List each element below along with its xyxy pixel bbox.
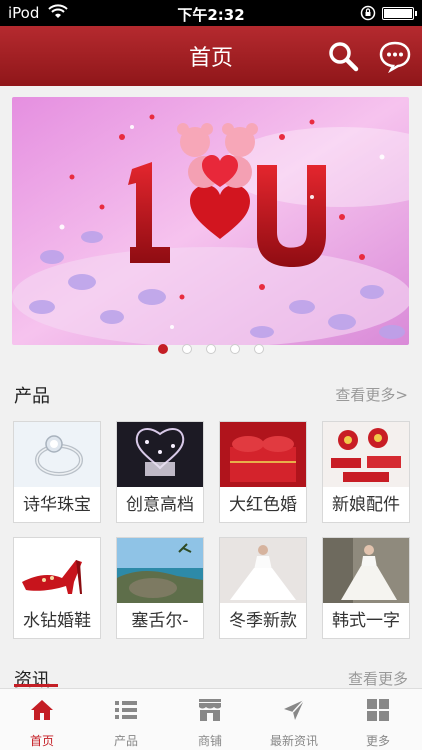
home-icon	[31, 700, 53, 720]
product-image	[117, 538, 203, 603]
product-card[interactable]: 新娘配件	[322, 421, 410, 523]
product-image	[14, 422, 100, 487]
news-more-link[interactable]: 查看更多	[348, 668, 408, 688]
product-card[interactable]: 冬季新款	[219, 537, 307, 639]
carousel-dot[interactable]	[230, 344, 240, 354]
shop-icon	[199, 699, 221, 721]
tab-label: 商铺	[197, 734, 222, 748]
product-caption: 塞舌尔-	[131, 611, 189, 631]
tab-latest-news[interactable]: 最新资讯	[252, 689, 336, 750]
product-image	[323, 422, 409, 487]
tab-more[interactable]: 更多	[336, 689, 420, 750]
status-time: 下午2:32	[177, 6, 245, 24]
message-icon[interactable]	[378, 39, 412, 73]
tab-label: 最新资讯	[269, 734, 318, 748]
tab-products[interactable]: 产品	[84, 689, 168, 750]
tab-label: 首页	[29, 734, 54, 748]
search-icon[interactable]	[326, 39, 360, 73]
battery-icon	[382, 7, 417, 20]
product-card[interactable]: 水钻婚鞋	[13, 537, 101, 639]
products-section-header: 产品 查看更多>	[0, 378, 422, 414]
banner-image	[12, 97, 409, 345]
banner-carousel[interactable]	[12, 97, 409, 345]
product-caption: 水钻婚鞋	[23, 611, 91, 631]
app-header: 首页	[0, 26, 422, 86]
product-card[interactable]: 创意高档	[116, 421, 204, 523]
news-title-underline	[14, 684, 58, 687]
carousel-dot[interactable]	[206, 344, 216, 354]
product-image	[220, 422, 306, 487]
plane-icon	[284, 699, 305, 720]
carousel-dot[interactable]	[158, 344, 168, 354]
product-card[interactable]: 塞舌尔-	[116, 537, 204, 639]
carousel-indicators	[0, 344, 422, 354]
tab-label: 更多	[365, 734, 390, 748]
products-title: 产品	[14, 386, 50, 407]
product-card[interactable]: 诗华珠宝	[13, 421, 101, 523]
product-image	[117, 422, 203, 487]
product-card[interactable]: 韩式一字	[322, 537, 410, 639]
news-section-header: 资讯 查看更多	[0, 662, 422, 688]
orientation-lock-icon	[360, 5, 376, 21]
list-icon	[115, 701, 137, 719]
product-image	[220, 538, 306, 603]
bottom-tab-bar: 首页 产品 商铺 最新资讯 更多	[0, 688, 422, 750]
product-caption: 大红色婚	[229, 495, 297, 515]
product-caption: 冬季新款	[229, 611, 297, 631]
status-bar: iPod 下午2:32	[0, 0, 422, 26]
tab-shops[interactable]: 商铺	[168, 689, 252, 750]
products-more-link[interactable]: 查看更多>	[335, 384, 408, 405]
product-image	[14, 538, 100, 603]
grid-icon	[367, 699, 389, 721]
carousel-dot[interactable]	[254, 344, 264, 354]
product-card[interactable]: 大红色婚	[219, 421, 307, 523]
product-caption: 诗华珠宝	[23, 495, 91, 515]
product-caption: 创意高档	[126, 495, 194, 515]
product-caption: 韩式一字	[332, 611, 400, 631]
product-image	[323, 538, 409, 603]
tab-label: 产品	[113, 734, 138, 748]
tab-home[interactable]: 首页	[0, 689, 84, 750]
product-caption: 新娘配件	[332, 495, 400, 515]
carousel-dot[interactable]	[182, 344, 192, 354]
